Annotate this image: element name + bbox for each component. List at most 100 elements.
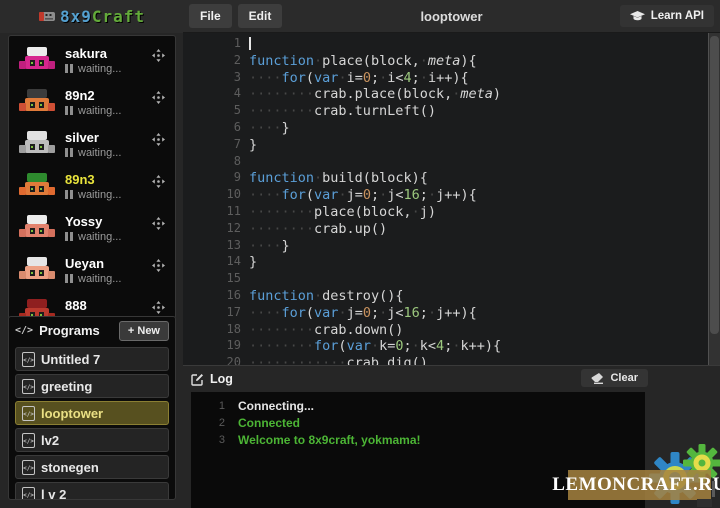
logo-part-craft: Craft (92, 7, 145, 26)
menu-bar: looptower File Edit Learn API (183, 0, 720, 33)
editor-scrollbar[interactable] (708, 33, 720, 365)
log-message: Welcome to 8x9craft, yokmama! (238, 432, 421, 449)
player-name: 89n2 (65, 88, 121, 103)
clear-log-button[interactable]: Clear (581, 369, 648, 387)
code-line: 18········crab.down() (183, 322, 720, 339)
program-file-icon: </> (22, 379, 35, 394)
svg-text:</>: </> (23, 384, 34, 391)
player-row[interactable]: Yossy waiting... (9, 207, 175, 249)
line-number: 5 (183, 103, 241, 120)
line-number: 19 (183, 338, 241, 355)
svg-text:</>: </> (23, 438, 34, 445)
program-file-icon: </> (22, 352, 35, 367)
program-item[interactable]: </>Untitled 7 (15, 347, 169, 371)
new-program-button[interactable]: + New (119, 321, 169, 341)
line-number: 10 (183, 187, 241, 204)
player-name: sakura (65, 46, 121, 61)
programs-header: </> Programs + New (9, 317, 175, 344)
pause-icon (65, 274, 73, 283)
player-info: Ueyan waiting... (65, 256, 121, 285)
robot-avatar (19, 213, 55, 243)
robot-avatar (19, 255, 55, 285)
player-name: Yossy (65, 214, 121, 229)
watermark-banner: LEMONCRAFT.RU (568, 470, 711, 500)
app-window: 8x9Craft sakura waiting... 89n2 wai (0, 0, 720, 508)
program-item[interactable]: </>looptower (15, 401, 169, 425)
program-list: </>Untitled 7 </> greeting </>looptower <… (9, 347, 175, 500)
player-status: waiting... (65, 231, 121, 243)
watermark-tag (697, 499, 712, 507)
locate-player-icon[interactable] (152, 217, 165, 230)
program-item[interactable]: </>l v 2 (15, 482, 169, 500)
pause-icon (65, 232, 73, 241)
code-line: 15 (183, 271, 720, 288)
line-number: 20 (183, 355, 241, 365)
code-line: 4········crab.place(block,·meta) (183, 86, 720, 103)
locate-player-icon[interactable] (152, 259, 165, 272)
program-file-icon: </> (22, 487, 35, 501)
learn-api-label: Learn API (651, 10, 704, 22)
pause-icon (65, 106, 73, 115)
code-line: 2function·place(block,·meta){ (183, 53, 720, 70)
line-number: 3 (183, 70, 241, 87)
watermark-strip (712, 481, 715, 497)
graduation-cap-icon (630, 11, 645, 22)
locate-player-icon[interactable] (152, 49, 165, 62)
player-row[interactable]: 888 waiting... (9, 291, 175, 319)
code-line: 13····} (183, 238, 720, 255)
line-number: 1 (183, 36, 241, 53)
player-name: 888 (65, 298, 121, 313)
code-line: 6····} (183, 120, 720, 137)
code-line: 7} (183, 137, 720, 154)
code-line: 8 (183, 154, 720, 171)
program-item[interactable]: </> greeting (15, 374, 169, 398)
program-item[interactable]: </>stonegen (15, 455, 169, 479)
player-name: Ueyan (65, 256, 121, 271)
edit-menu-button[interactable]: Edit (238, 4, 283, 28)
code-line: 10····for(var·j=0;·j<16;·j++){ (183, 187, 720, 204)
line-number: 15 (183, 271, 241, 288)
line-number: 2 (183, 53, 241, 70)
log-header: Log Clear (183, 366, 720, 392)
locate-player-icon[interactable] (152, 133, 165, 146)
line-number: 13 (183, 238, 241, 255)
line-number: 7 (183, 137, 241, 154)
player-row[interactable]: sakura waiting... (9, 39, 175, 81)
log-line-number: 3 (191, 432, 225, 449)
player-row[interactable]: 89n3 waiting... (9, 165, 175, 207)
program-item-label: stonegen (41, 460, 99, 475)
file-menu-button[interactable]: File (189, 4, 232, 28)
programs-title: Programs (39, 323, 119, 338)
code-line: 9function·build(block){ (183, 170, 720, 187)
player-list: sakura waiting... 89n2 waiting... silver (9, 39, 175, 319)
code-line: 20············crab.dig() (183, 355, 720, 365)
programs-panel: </> Programs + New </>Untitled 7 </> gree… (8, 316, 176, 500)
locate-player-icon[interactable] (152, 175, 165, 188)
watermark-text: LEMONCRAFT.RU (552, 474, 720, 496)
learn-api-button[interactable]: Learn API (620, 5, 714, 27)
code-editor[interactable]: 1 2function·place(block,·meta){ 3····for… (183, 33, 720, 365)
clear-label: Clear (610, 372, 638, 384)
player-name: 89n3 (65, 172, 121, 187)
program-item-label: greeting (41, 379, 92, 394)
locate-player-icon[interactable] (152, 91, 165, 104)
svg-text:</>: </> (23, 357, 34, 364)
player-row[interactable]: Ueyan waiting... (9, 249, 175, 291)
code-line: 3····for(var·i=0;·i<4;·i++){ (183, 70, 720, 87)
pause-icon (65, 190, 73, 199)
line-number: 14 (183, 254, 241, 271)
player-status: waiting... (65, 147, 121, 159)
player-row[interactable]: 89n2 waiting... (9, 81, 175, 123)
pause-icon (65, 64, 73, 73)
scrollbar-thumb[interactable] (710, 36, 719, 334)
log-entry: 1 Connecting... (191, 398, 645, 415)
player-row[interactable]: silver waiting... (9, 123, 175, 165)
robot-avatar (19, 87, 55, 117)
logo-part-8x9: 8x9 (60, 7, 92, 26)
player-status: waiting... (65, 63, 121, 75)
code-line: 11········place(block,·j) (183, 204, 720, 221)
locate-player-icon[interactable] (152, 301, 165, 314)
code-area[interactable]: 1 2function·place(block,·meta){ 3····for… (183, 36, 720, 365)
line-number: 11 (183, 204, 241, 221)
program-item[interactable]: </>lv2 (15, 428, 169, 452)
